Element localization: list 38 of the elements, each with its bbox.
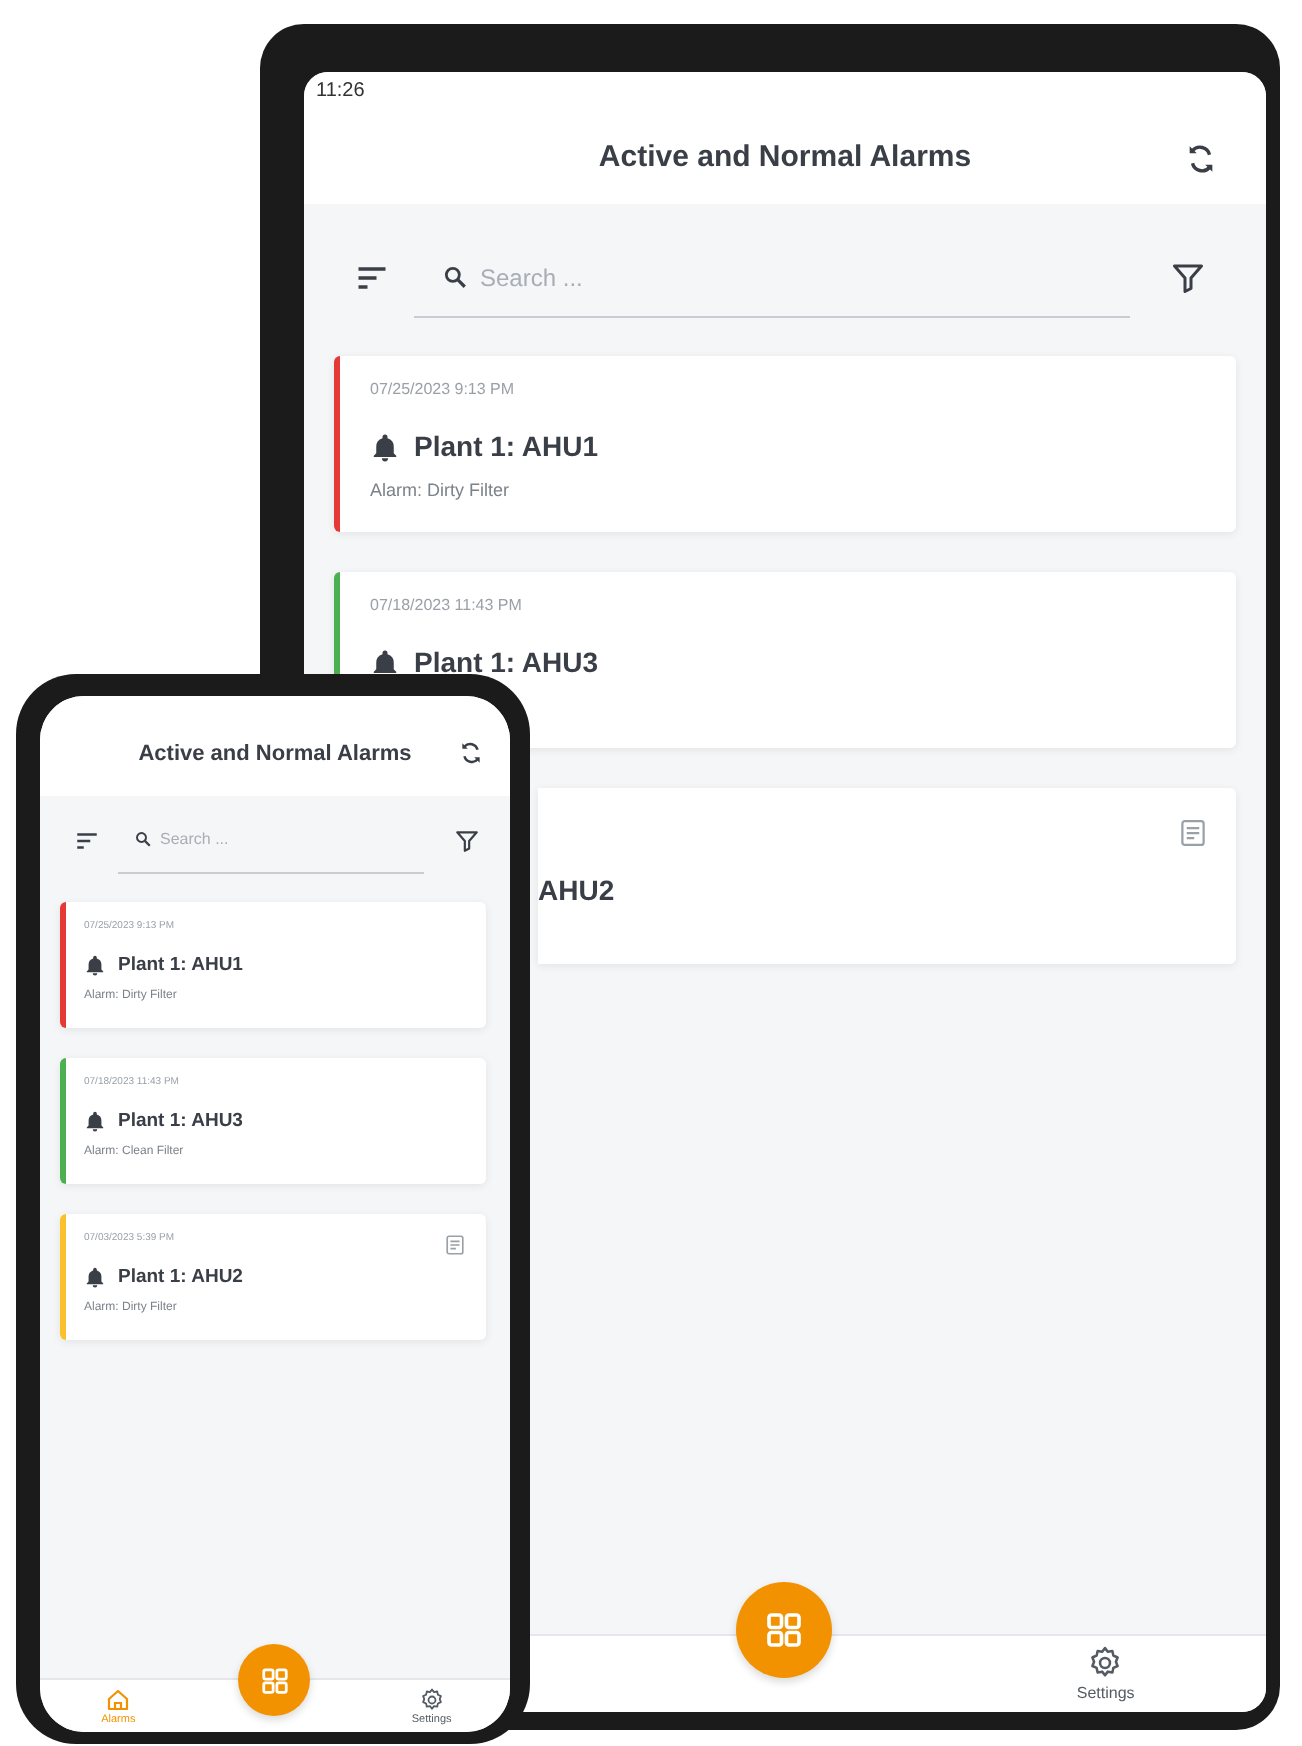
bell-icon bbox=[84, 1265, 106, 1287]
nav-tab[interactable]: Settings bbox=[1076, 1646, 1135, 1702]
screen-title: Active and Normal Alarms bbox=[598, 140, 972, 174]
search-icon bbox=[134, 830, 152, 848]
refresh-button[interactable] bbox=[458, 740, 484, 766]
alarm-title: AHU2 bbox=[538, 874, 615, 906]
sort-icon[interactable] bbox=[74, 827, 100, 853]
grid-icon bbox=[764, 1610, 805, 1650]
alarm-title: Plant 1: AHU1 bbox=[414, 430, 599, 462]
refresh-icon bbox=[458, 740, 484, 766]
bell-icon bbox=[370, 647, 400, 677]
grid-icon bbox=[259, 1665, 290, 1695]
refresh-icon bbox=[1184, 142, 1218, 176]
alarm-text: Alarm: Dirty Filter bbox=[370, 480, 511, 500]
bell-icon bbox=[84, 953, 106, 975]
alarm-title: Plant 1: AHU3 bbox=[414, 646, 599, 678]
refresh-button[interactable] bbox=[1184, 142, 1218, 176]
status-time: 11:26 bbox=[316, 80, 365, 102]
filter-icon[interactable] bbox=[454, 827, 480, 853]
search-field[interactable]: Search ... bbox=[160, 830, 424, 848]
note-icon[interactable] bbox=[1178, 818, 1208, 848]
alarm-card[interactable]: 07/25/2023 9:13 PM Plant 1: AHU1 Alarm: Dirty Filter bbox=[334, 356, 1236, 532]
search-field[interactable]: Search ... bbox=[480, 263, 1130, 291]
alarm-title: Plant 1: AHU2 bbox=[118, 1265, 243, 1287]
alarm-title: Plant 1: AHU1 bbox=[118, 953, 243, 975]
settings-icon bbox=[419, 1687, 444, 1711]
home-icon bbox=[106, 1687, 131, 1711]
settings-icon bbox=[1088, 1646, 1123, 1680]
alarm-date: 07/25/2023 9:13 PM bbox=[370, 380, 515, 402]
bell-icon bbox=[84, 1109, 106, 1131]
search-icon bbox=[442, 264, 468, 290]
filter-icon[interactable] bbox=[1170, 260, 1206, 296]
bell-icon bbox=[370, 431, 400, 461]
alarm-date: 07/18/2023 11:43 PM bbox=[370, 596, 522, 618]
alarm-card[interactable]: AHU2 bbox=[538, 788, 1236, 964]
screen-title: Active and Normal Alarms bbox=[138, 742, 412, 766]
note-icon[interactable] bbox=[444, 1234, 466, 1256]
alarm-title: Plant 1: AHU3 bbox=[118, 1109, 243, 1131]
